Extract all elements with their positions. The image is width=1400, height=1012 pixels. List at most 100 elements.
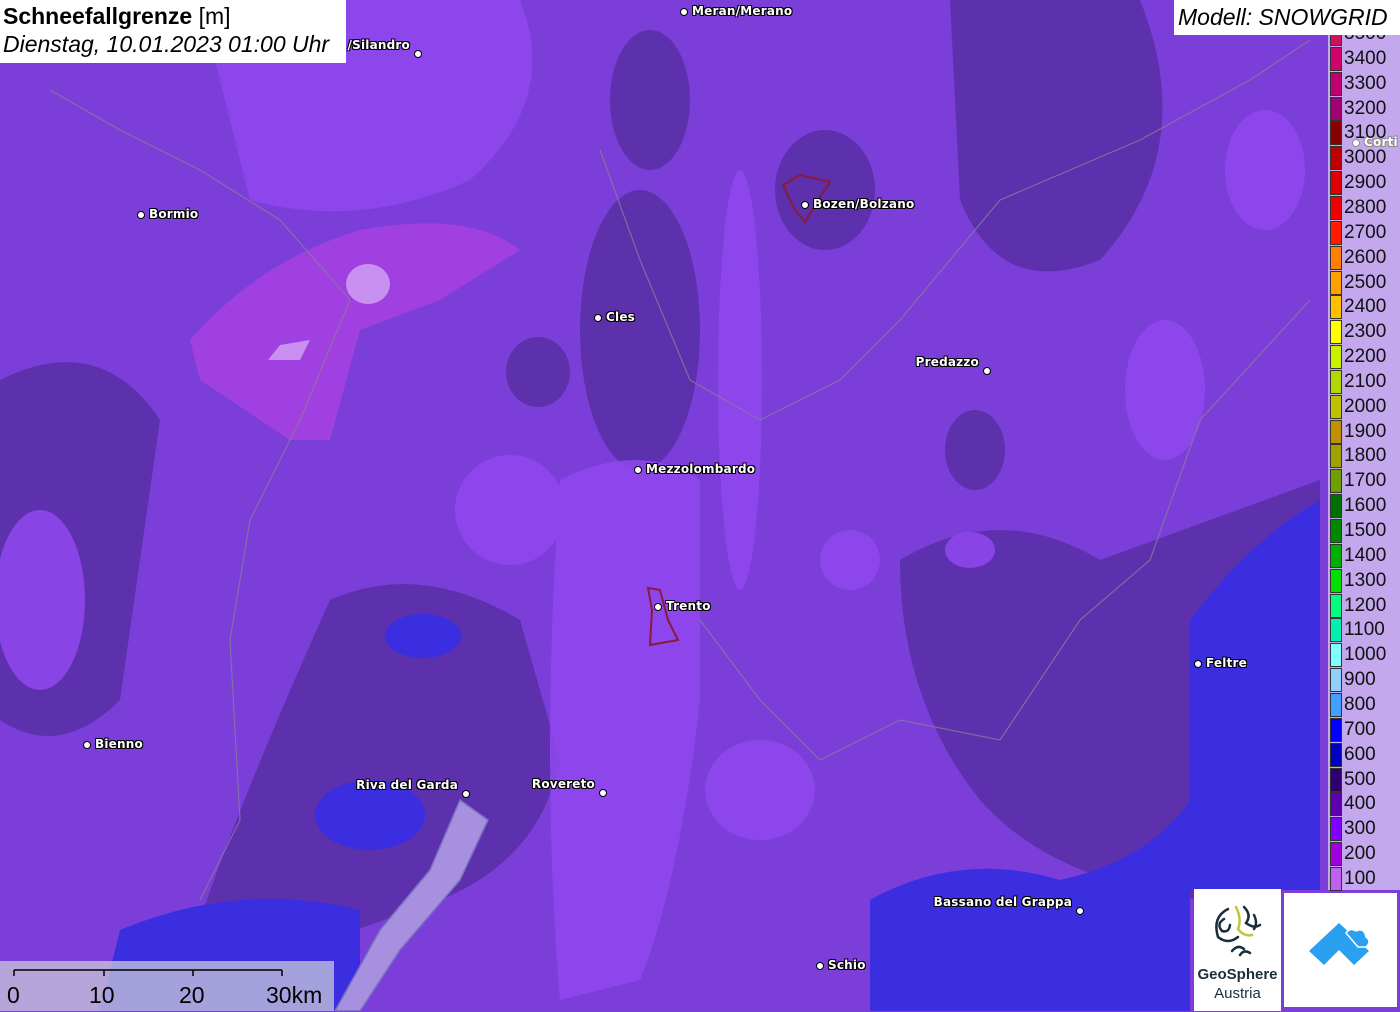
- legend-item: 3000: [1328, 146, 1400, 171]
- city-dot: [462, 790, 470, 798]
- geosphere-austria-logo[interactable]: GeoSphere Austria: [1194, 889, 1281, 1011]
- city-dot: [1076, 907, 1084, 915]
- legend-swatch: [1330, 717, 1342, 742]
- legend-value: 2700: [1344, 221, 1387, 243]
- scale-label-20: 20: [179, 982, 205, 1008]
- city-label[interactable]: Cles: [606, 310, 635, 324]
- legend-item: 1500: [1328, 519, 1400, 544]
- legend-swatch: [1330, 866, 1342, 891]
- city-label[interactable]: Bassano del Grappa: [934, 895, 1072, 909]
- legend-item: 2800: [1328, 195, 1400, 221]
- legend-item: 3400: [1328, 46, 1400, 72]
- legend-swatch: [1330, 320, 1342, 345]
- city-label[interactable]: Trento: [666, 599, 711, 613]
- legend-swatch: [1330, 668, 1342, 693]
- legend-item: 2500: [1328, 270, 1400, 296]
- legend-swatch: [1330, 543, 1342, 568]
- snow-logo[interactable]: [1284, 893, 1397, 1007]
- legend-swatch: [1330, 494, 1342, 519]
- legend-swatch: [1330, 295, 1342, 320]
- legend-value: 400: [1344, 793, 1376, 815]
- legend-value: 2900: [1344, 172, 1387, 194]
- legend-swatch: [1330, 593, 1342, 618]
- legend-value: 1900: [1344, 420, 1387, 442]
- legend-item: 1100: [1328, 618, 1400, 643]
- legend-swatch: [1330, 71, 1342, 96]
- legend-value: 3300: [1344, 72, 1387, 94]
- legend-item: 2700: [1328, 220, 1400, 246]
- legend-value: 1400: [1344, 544, 1387, 566]
- snowfall-map[interactable]: [0, 0, 1400, 1011]
- legend-value: 1100: [1344, 619, 1385, 641]
- legend-item: 3100: [1328, 121, 1400, 146]
- map-datetime: Dienstag, 10.01.2023 01:00 Uhr: [3, 31, 330, 57]
- legend-value: 1000: [1344, 644, 1387, 666]
- legend-item: 900: [1328, 668, 1400, 693]
- legend-item: 1300: [1328, 568, 1400, 594]
- legend-value: 1500: [1344, 520, 1387, 541]
- city-dot: [83, 741, 91, 749]
- legend-swatch: [1330, 742, 1342, 767]
- scale-label-0: 0: [7, 982, 20, 1008]
- legend-value: 3000: [1344, 147, 1387, 169]
- city-label[interactable]: Predazzo: [916, 355, 979, 369]
- legend-swatch: [1330, 369, 1342, 394]
- legend-value: 2600: [1344, 246, 1387, 268]
- legend-value: 2800: [1344, 196, 1387, 218]
- legend-swatch: [1330, 767, 1342, 792]
- legend-item: 1800: [1328, 444, 1400, 469]
- geosphere-swirl-icon: [1215, 905, 1262, 957]
- legend-value: 2200: [1344, 346, 1387, 368]
- legend-item: 1200: [1328, 593, 1400, 619]
- legend-value: 2400: [1344, 296, 1387, 318]
- city-label[interactable]: Bormio: [149, 207, 198, 221]
- legend-item: 400: [1328, 792, 1400, 817]
- legend-item: 700: [1328, 717, 1400, 743]
- legend-value: 600: [1344, 743, 1376, 765]
- legend-item: 1700: [1328, 469, 1400, 494]
- legend-item: 2600: [1328, 245, 1400, 271]
- city-dot: [634, 466, 642, 474]
- legend-value: 1800: [1344, 445, 1387, 467]
- city-label[interactable]: Schio: [828, 958, 866, 972]
- legend-item: 200: [1328, 842, 1400, 867]
- city-dot: [680, 8, 688, 16]
- city-dot: [594, 314, 602, 322]
- legend-swatch: [1330, 96, 1342, 121]
- city-label[interactable]: Mezzolombardo: [646, 462, 755, 476]
- legend-item: 3300: [1328, 71, 1400, 97]
- geosphere-country: Austria: [1214, 985, 1261, 1002]
- city-label[interactable]: Riva del Garda: [356, 778, 458, 792]
- legend-item: 3200: [1328, 96, 1400, 122]
- city-label[interactable]: Rovereto: [532, 777, 595, 791]
- city-dot: [816, 962, 824, 970]
- legend-value: 800: [1344, 693, 1376, 715]
- legend-item: 2900: [1328, 171, 1400, 196]
- city-label[interactable]: Meran/Merano: [692, 4, 792, 18]
- legend-value: 700: [1344, 718, 1376, 740]
- city-label[interactable]: /Silandro: [348, 38, 410, 52]
- color-legend: 3500340033003200310030002900280027002600…: [1328, 22, 1400, 892]
- legend-swatch: [1330, 146, 1342, 171]
- legend-item: 600: [1328, 742, 1400, 768]
- legend-item: 2000: [1328, 394, 1400, 420]
- legend-item: 100: [1328, 866, 1400, 892]
- city-label[interactable]: Bozen/Bolzano: [813, 197, 914, 211]
- legend-swatch: [1330, 842, 1342, 867]
- scale-bar: 0 10 20 30km: [0, 961, 334, 1011]
- legend-value: 3100: [1344, 122, 1387, 144]
- legend-value: 2500: [1344, 271, 1387, 293]
- legend-item: 2300: [1328, 320, 1400, 345]
- city-label[interactable]: Bienno: [95, 737, 143, 751]
- city-label[interactable]: Feltre: [1206, 656, 1247, 670]
- legend-item: 1000: [1328, 643, 1400, 668]
- legend-value: 1300: [1344, 569, 1387, 591]
- city-dot: [801, 201, 809, 209]
- legend-swatch: [1330, 568, 1342, 593]
- city-dot: [137, 211, 145, 219]
- legend-value: 900: [1344, 669, 1376, 691]
- legend-swatch: [1330, 444, 1342, 469]
- city-dot: [654, 603, 662, 611]
- legend-swatch: [1330, 817, 1342, 842]
- legend-item: 1900: [1328, 419, 1400, 445]
